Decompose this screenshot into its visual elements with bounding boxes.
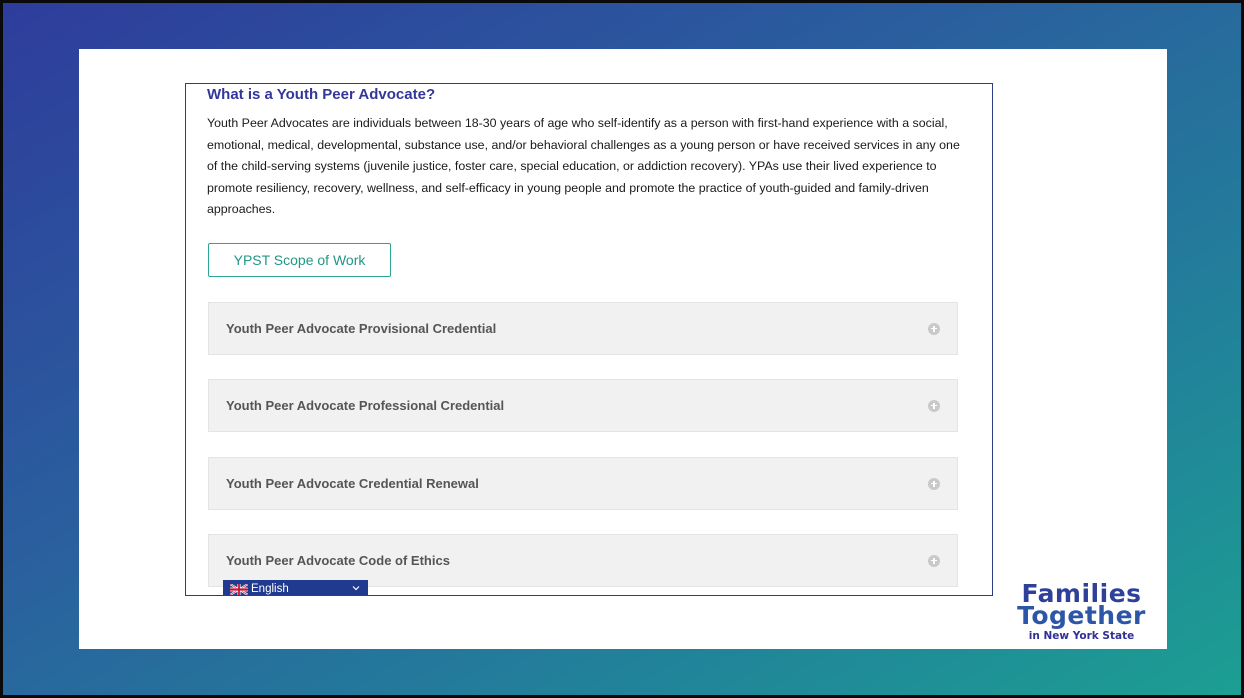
page-heading: What is a Youth Peer Advocate? (207, 86, 436, 103)
uk-flag-icon (230, 583, 248, 595)
accordion-item-professional-credential[interactable]: Youth Peer Advocate Professional Credent… (208, 379, 958, 432)
plus-circle-icon[interactable] (928, 322, 940, 335)
accordion-title: Youth Peer Advocate Provisional Credenti… (226, 321, 497, 336)
slide-canvas: What is a Youth Peer Advocate? Youth Pee… (79, 49, 1167, 649)
logo-text-together: Together (1017, 601, 1146, 630)
plus-circle-icon[interactable] (928, 554, 940, 567)
language-label: English (251, 583, 289, 595)
chevron-down-icon (352, 586, 360, 591)
logo-text-state: in New York State (1028, 630, 1135, 642)
scope-of-work-button[interactable]: YPST Scope of Work (208, 243, 391, 277)
webpage-screenshot: What is a Youth Peer Advocate? Youth Pee… (185, 83, 993, 596)
accordion-title: Youth Peer Advocate Professional Credent… (226, 398, 505, 413)
accordion-item-credential-renewal[interactable]: Youth Peer Advocate Credential Renewal (208, 457, 958, 510)
accordion-title: Youth Peer Advocate Code of Ethics (226, 553, 450, 568)
families-together-logo: Families Together in New York State (1009, 581, 1154, 642)
accordion-item-provisional-credential[interactable]: Youth Peer Advocate Provisional Credenti… (208, 302, 958, 355)
plus-circle-icon[interactable] (928, 399, 940, 412)
language-selector[interactable]: English (223, 580, 368, 595)
description-paragraph: Youth Peer Advocates are individuals bet… (207, 116, 960, 216)
accordion-title: Youth Peer Advocate Credential Renewal (226, 476, 479, 491)
plus-circle-icon[interactable] (928, 477, 940, 490)
